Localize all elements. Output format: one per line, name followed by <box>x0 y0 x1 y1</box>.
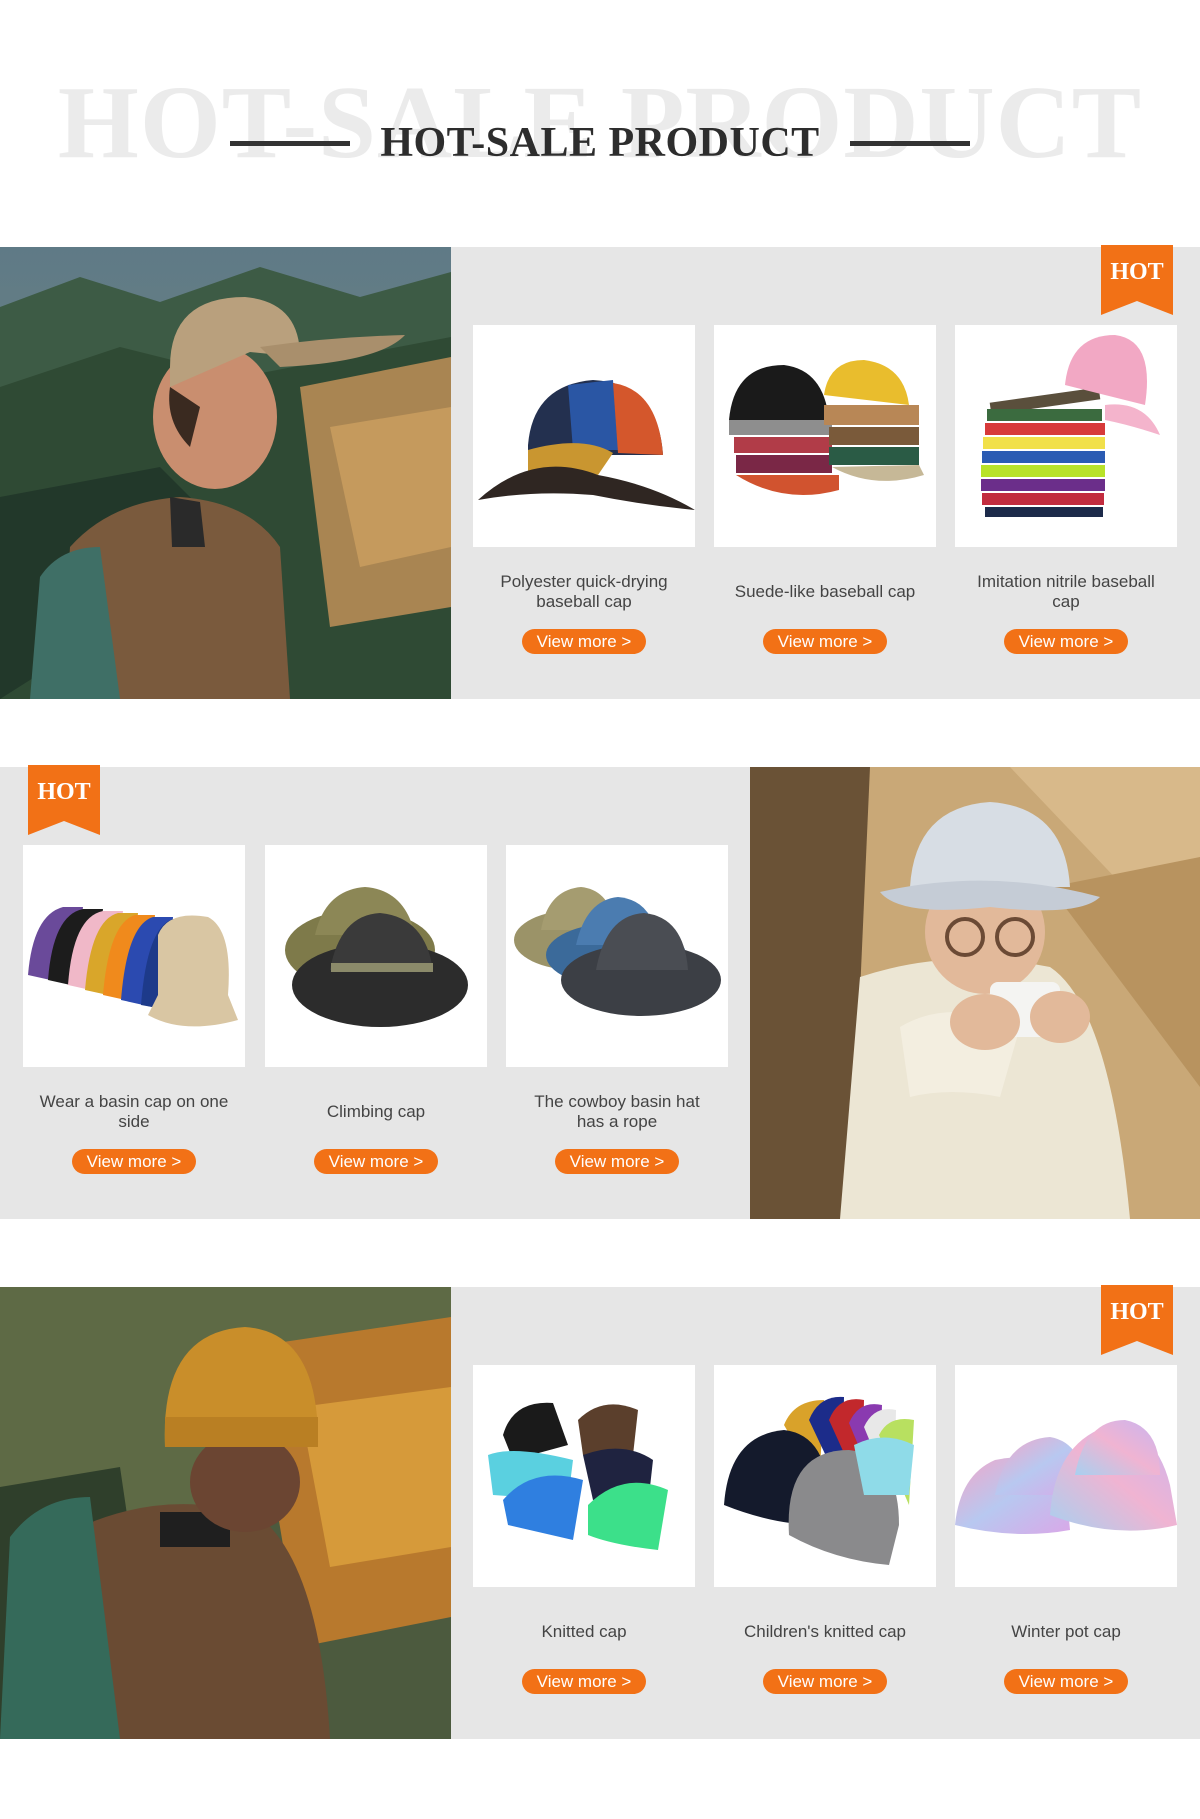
product-card[interactable]: Suede-like baseball cap View more > <box>714 325 936 654</box>
product-card[interactable]: Winter pot cap View more > <box>955 1365 1177 1694</box>
product-card[interactable]: Wear a basin cap on one side View more > <box>23 845 245 1174</box>
product-card[interactable]: Polyester quick-drying baseball cap View… <box>473 325 695 654</box>
view-more-button[interactable]: View more > <box>555 1149 679 1174</box>
view-more-button[interactable]: View more > <box>72 1149 196 1174</box>
view-more-button[interactable]: View more > <box>1004 629 1128 654</box>
washed-boonie-hats-icon[interactable] <box>506 845 728 1067</box>
photo-person-in-bucket-hat <box>750 767 1200 1219</box>
suede-caps-stack-icon[interactable] <box>714 325 936 547</box>
section-heading: HOT-SALE PRODUCT HOT-SALE PRODUCT <box>0 0 1200 246</box>
boonie-hats-icon[interactable] <box>265 845 487 1067</box>
product-title: Suede-like baseball cap <box>734 582 916 601</box>
view-more-button[interactable]: View more > <box>1004 1669 1128 1694</box>
heading-left-rule <box>230 140 351 146</box>
product-section-baseball-caps: HOT Polyester quick-drying baseball cap … <box>0 245 1200 699</box>
page-title: HOT-SALE PRODUCT <box>380 120 820 166</box>
product-title: Winter pot cap <box>1011 1622 1121 1641</box>
product-title: Polyester quick-drying baseball cap <box>500 572 668 611</box>
hot-badge: HOT <box>1101 245 1173 315</box>
photo-man-in-khaki-cap <box>0 247 451 699</box>
product-panel: HOT Knitted cap View more > Children's k… <box>451 1285 1200 1739</box>
product-title: Knitted cap <box>541 1622 627 1641</box>
product-card[interactable]: Children's knitted cap View more > <box>714 1365 936 1694</box>
product-card[interactable]: The cowboy basin hat has a rope View mor… <box>506 845 728 1174</box>
product-section-knitted-caps: HOT Knitted cap View more > Children's k… <box>0 1285 1200 1739</box>
product-title: Children's knitted cap <box>744 1622 906 1641</box>
beanie-stack-icon[interactable] <box>714 1365 936 1587</box>
photo-man-in-mustard-beanie <box>0 1287 451 1739</box>
heading-title-row: HOT-SALE PRODUCT <box>0 118 1200 168</box>
product-title: Climbing cap <box>326 1102 426 1121</box>
panel-baseball-cap-icon[interactable] <box>473 325 695 547</box>
tie-dye-bucket-hats-icon[interactable] <box>955 1365 1177 1587</box>
product-section-bucket-hats: HOT Wear a basin cap on one side View mo… <box>0 765 1200 1219</box>
product-panel: HOT Wear a basin cap on one side View mo… <box>0 765 750 1219</box>
view-more-button[interactable]: View more > <box>522 629 646 654</box>
view-more-button[interactable]: View more > <box>522 1669 646 1694</box>
product-card[interactable]: Knitted cap View more > <box>473 1365 695 1694</box>
bucket-hats-row-icon[interactable] <box>23 845 245 1067</box>
view-more-button[interactable]: View more > <box>763 629 887 654</box>
view-more-button[interactable]: View more > <box>314 1149 438 1174</box>
beanie-pile-icon[interactable] <box>473 1365 695 1587</box>
colorful-caps-stack-icon[interactable] <box>955 325 1177 547</box>
product-title: Wear a basin cap on one side <box>39 1092 229 1131</box>
heading-right-rule <box>849 140 970 146</box>
view-more-button[interactable]: View more > <box>763 1669 887 1694</box>
product-card[interactable]: Climbing cap View more > <box>265 845 487 1174</box>
hot-badge: HOT <box>28 765 100 835</box>
product-card[interactable]: Imitation nitrile baseball cap View more… <box>955 325 1177 654</box>
product-title: The cowboy basin hat has a rope <box>534 1092 700 1131</box>
product-title: Imitation nitrile baseball cap <box>977 572 1155 611</box>
product-panel: HOT Polyester quick-drying baseball cap … <box>451 245 1200 699</box>
hot-badge: HOT <box>1101 1285 1173 1355</box>
